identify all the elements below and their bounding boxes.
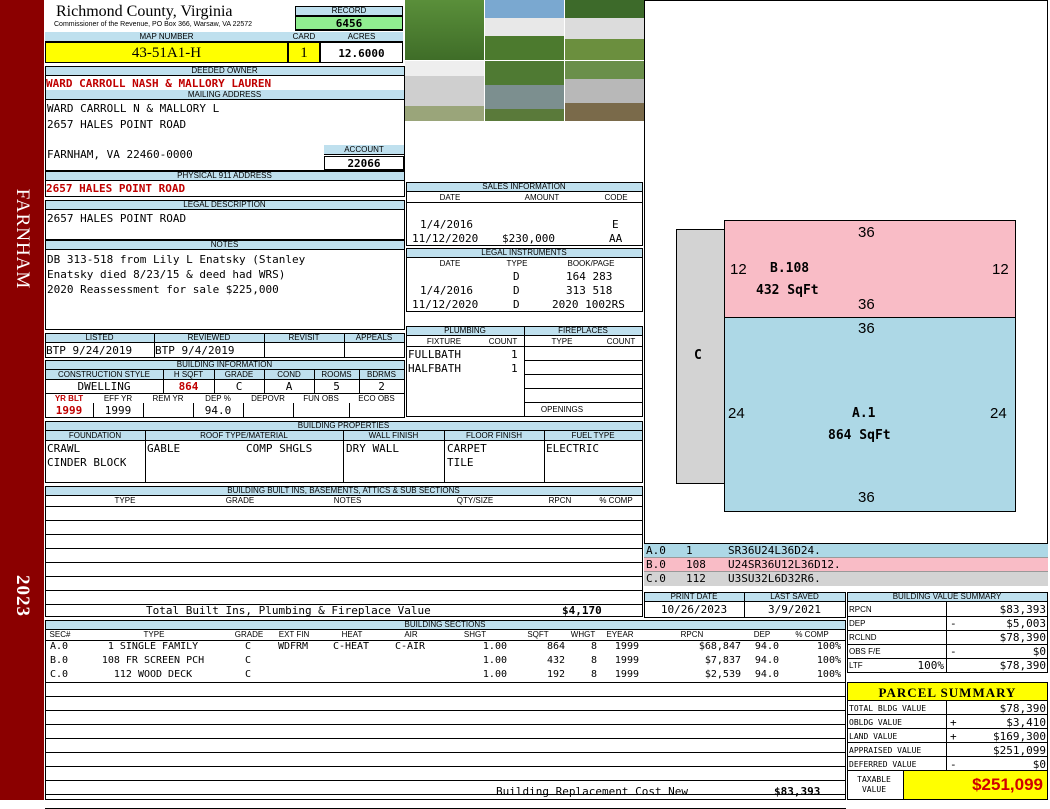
year-label: 2023 [12,575,33,617]
acres-value: 12.6000 [320,42,403,63]
card-label: CARD [288,32,320,42]
county-title: Richmond County, Virginia [56,3,233,20]
town-label: FARNHAM [12,188,33,290]
builtins-total: $4,170 [562,604,602,617]
acres-label: ACRES [320,32,403,42]
traverse-row-a [644,544,1048,558]
photo-house-rear [565,0,644,60]
photo-shed [405,61,484,121]
card-number: 1 [288,42,320,63]
map-number: 43-51A1-H [45,42,288,63]
photo-grid [405,0,644,121]
builtins-total-label: Total Built Ins, Plumbing & Fireplace Va… [146,604,431,617]
side-bar [0,0,44,800]
map-label: MAP NUMBER [45,32,288,42]
parcel-summary-title: PARCEL SUMMARY [847,682,1048,701]
commissioner-text: Commissioner of the Revenue, PO Box 366,… [54,21,253,28]
photo-porch [565,61,644,121]
photo-house-side [485,0,564,60]
photo-house-front [405,0,484,60]
photo-pier [485,61,564,121]
taxable-value: $251,099 [903,771,1047,799]
